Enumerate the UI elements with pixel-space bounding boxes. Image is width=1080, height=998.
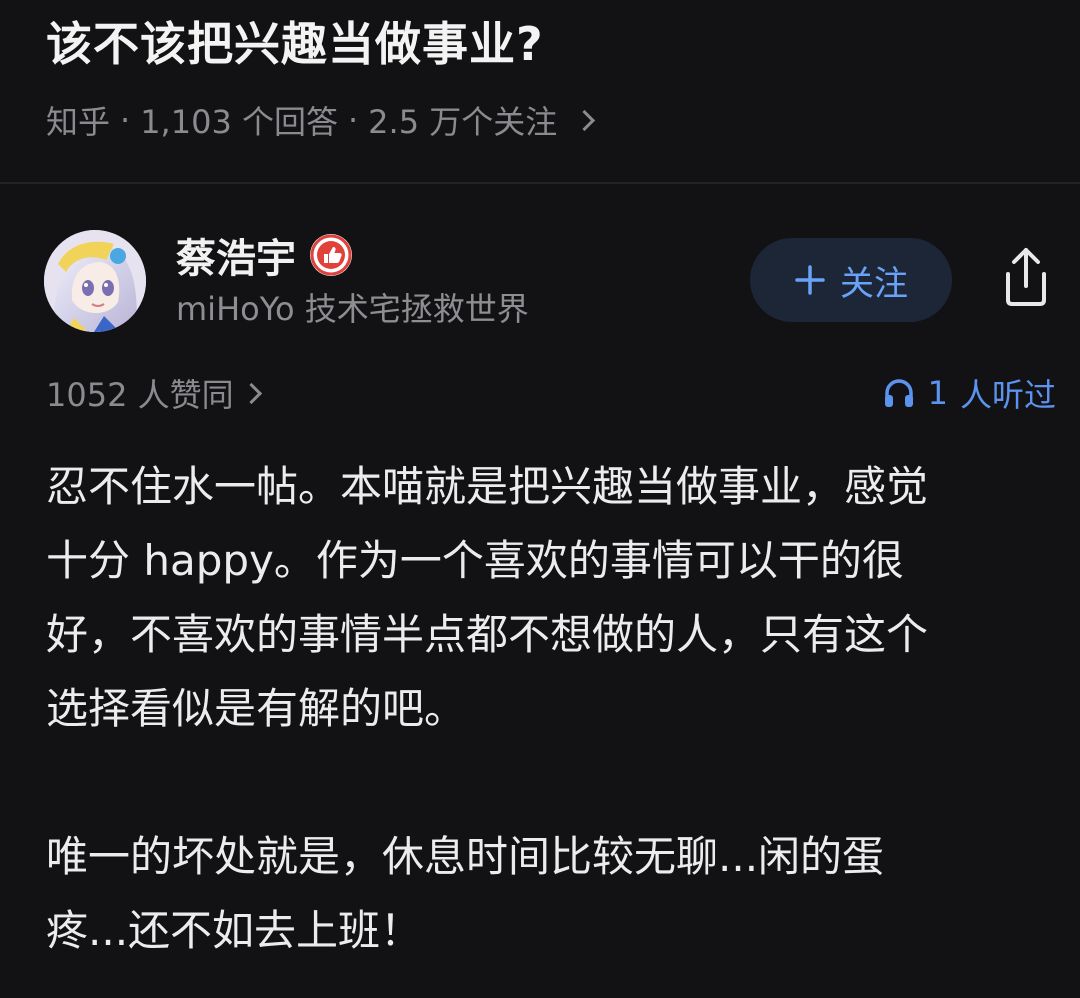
meta-separator: · [347, 101, 359, 139]
thumbs-up-badge-icon [310, 234, 352, 276]
answer-line: 选择看似是有解的吧。 [46, 684, 467, 733]
answer-content: 忍不住水一帖。本喵就是把兴趣当做事业，感觉 十分 happy。作为一个喜欢的事情… [46, 450, 1046, 968]
question-meta[interactable]: 知乎 · 1,103 个回答 · 2.5 万个关注 [46, 98, 596, 142]
followers-count: 2.5 万个关注 [368, 103, 558, 141]
answer-line: 唯一的坏处就是，休息时间比较无聊...闲的蛋 [46, 832, 885, 881]
author-name-row: 蔡浩宇 [176, 226, 352, 284]
author-bio: miHoYo 技术宅拯救世界 [176, 290, 529, 328]
chevron-right-icon [240, 382, 262, 404]
headphones-icon [884, 379, 913, 407]
likes-count[interactable]: 1052 人赞同 [46, 370, 262, 416]
answer-line: 十分 happy。作为一个喜欢的事情可以干的很 [46, 536, 904, 585]
meta-separator: · [120, 101, 131, 139]
question-title[interactable]: 该不该把兴趣当做事业? [46, 14, 544, 74]
listen-count: 1 [927, 374, 948, 412]
source-label: 知乎 [46, 103, 111, 141]
author-name[interactable]: 蔡浩宇 [176, 226, 296, 284]
avatar-image [44, 230, 146, 332]
plus-icon [795, 265, 825, 295]
listen-label: 人听过 [959, 376, 1056, 414]
listen-indicator[interactable]: 1 人听过 [882, 370, 1056, 416]
chevron-right-icon [574, 109, 596, 131]
share-button[interactable] [996, 244, 1056, 310]
answer-line: 忍不住水一帖。本喵就是把兴趣当做事业，感觉 [46, 462, 929, 511]
follow-button-label: 关注 [840, 263, 908, 304]
answer-line: 好，不喜欢的事情半点都不想做的人，只有这个 [46, 610, 929, 659]
likes-label: 1052 人赞同 [46, 376, 234, 414]
answer-page: 该不该把兴趣当做事业? 知乎 · 1,103 个回答 · 2.5 万个关注 蔡浩… [0, 0, 1080, 998]
share-icon [1006, 248, 1046, 306]
answers-count: 1,103 个回答 [140, 103, 338, 141]
follow-button[interactable]: 关注 [750, 238, 952, 322]
divider [0, 182, 1080, 184]
author-avatar[interactable] [44, 230, 146, 332]
answer-line: 疼...还不如去上班！ [46, 906, 423, 955]
